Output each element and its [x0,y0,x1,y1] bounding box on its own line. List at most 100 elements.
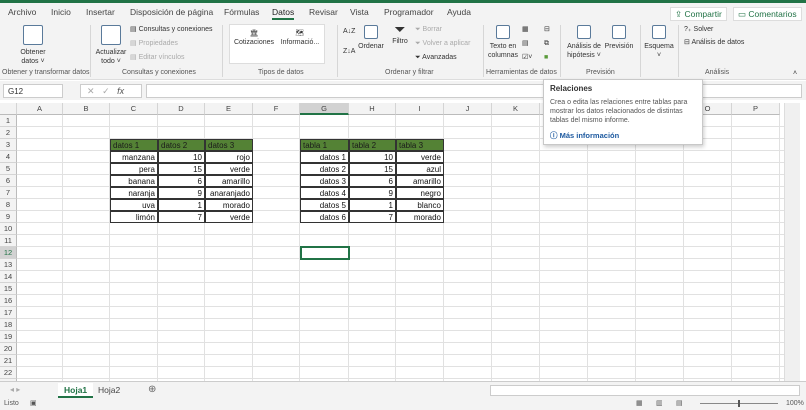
insert-function-icon[interactable]: fx [117,86,124,96]
row-header-20[interactable]: 20 [0,343,17,355]
table-cell[interactable]: 9 [349,187,396,199]
selected-cell-g12[interactable] [300,246,350,260]
advanced-button[interactable]: ⏷ Avanzadas [415,53,457,62]
column-header-G[interactable]: G [300,103,349,115]
tab-insertar[interactable]: Insertar [86,7,115,17]
table-cell[interactable]: limón [110,211,158,223]
accessibility-icon[interactable]: ▣ [30,399,37,407]
share-button[interactable]: ⇪ Compartir [670,7,727,21]
row-header-3[interactable]: 3 [0,139,17,151]
row-header-7[interactable]: 7 [0,187,17,199]
sheet-nav-icon[interactable]: ◂ ▸ [10,385,20,394]
sort-az-icon[interactable]: A↓Z [343,27,355,36]
column-header-H[interactable]: H [349,103,396,115]
table-header-cell[interactable]: tabla 3 [396,139,444,151]
row-header-13[interactable]: 13 [0,259,17,271]
relationships-icon[interactable]: ⧉ [544,39,549,48]
tab-datos[interactable]: Datos [272,7,295,20]
table-cell[interactable]: morado [396,211,444,223]
table-cell[interactable]: 10 [349,151,396,163]
row-header-18[interactable]: 18 [0,319,17,331]
table-cell[interactable]: pera [110,163,158,175]
table-cell[interactable]: uva [110,199,158,211]
solver-button[interactable]: ?₊ Solver [684,25,713,34]
more-info-link[interactable]: ⓘ Más información [550,130,696,141]
row-header-19[interactable]: 19 [0,331,17,343]
row-header-1[interactable]: 1 [0,115,17,127]
column-header-F[interactable]: F [253,103,300,115]
table-cell[interactable]: manzana [110,151,158,163]
filter-button[interactable]: ⏷ Filtro [390,22,410,46]
table-cell[interactable]: 9 [158,187,205,199]
row-header-21[interactable]: 21 [0,355,17,367]
zoom-slider-thumb[interactable] [738,400,740,407]
column-header-K[interactable]: K [492,103,540,115]
tab-archivo[interactable]: Archivo [8,7,36,17]
horizontal-scrollbar[interactable] [490,385,800,396]
flash-fill-icon[interactable]: ▦ [522,25,529,34]
table-header-cell[interactable]: datos 2 [158,139,205,151]
properties-button[interactable]: ▤ Propiedades [130,39,178,48]
table-cell[interactable]: verde [205,163,253,175]
table-cell[interactable]: 7 [158,211,205,223]
table-cell[interactable]: amarillo [205,175,253,187]
text-to-columns-button[interactable]: Texto en columnas [487,25,519,60]
data-validation-icon[interactable]: ☑˅ [522,53,532,62]
sheet-tab-hoja2[interactable]: Hoja2 [98,385,120,395]
table-cell[interactable]: azul [396,163,444,175]
add-sheet-icon[interactable]: ⊕ [148,384,156,395]
row-header-2[interactable]: 2 [0,127,17,139]
table-cell[interactable]: 15 [349,163,396,175]
column-header-C[interactable]: C [110,103,158,115]
sheet-tab-hoja1[interactable]: Hoja1 [58,383,94,398]
row-header-9[interactable]: 9 [0,211,17,223]
row-header-8[interactable]: 8 [0,199,17,211]
table-cell[interactable]: blanco [396,199,444,211]
name-box[interactable]: G12 [3,84,63,98]
refresh-all-button[interactable]: Actualizar todo ˅ [94,25,128,66]
tab-vista[interactable]: Vista [350,7,369,17]
table-header-cell[interactable]: tabla 1 [300,139,349,151]
row-header-22[interactable]: 22 [0,367,17,379]
table-cell[interactable]: verde [396,151,444,163]
stocks-button[interactable]: 🏛 Cotizaciones [232,29,276,47]
row-header-17[interactable]: 17 [0,307,17,319]
page-layout-icon[interactable]: ▥ [656,399,663,407]
data-analysis-button[interactable]: ⊟ Análisis de datos [684,38,744,47]
outline-button[interactable]: Esquema ˅ [643,25,675,60]
table-cell[interactable]: naranja [110,187,158,199]
table-cell[interactable]: 10 [158,151,205,163]
table-header-cell[interactable]: tabla 2 [349,139,396,151]
row-header-12[interactable]: 12 [0,247,17,259]
table-cell[interactable]: morado [205,199,253,211]
row-header-4[interactable]: 4 [0,151,17,163]
table-cell[interactable]: rojo [205,151,253,163]
table-cell[interactable]: banana [110,175,158,187]
column-header-P[interactable]: P [732,103,780,115]
sort-za-icon[interactable]: Z↓A [343,47,355,56]
row-header-14[interactable]: 14 [0,271,17,283]
column-header-D[interactable]: D [158,103,205,115]
what-if-button[interactable]: Análisis de hipótesis ˅ [565,25,603,60]
vertical-scrollbar[interactable] [784,103,800,381]
cancel-icon[interactable]: ✕ [87,86,95,96]
row-header-11[interactable]: 11 [0,235,17,247]
table-cell[interactable]: 6 [158,175,205,187]
column-header-B[interactable]: B [63,103,110,115]
geography-button[interactable]: 🗺 Informació... [278,29,322,47]
table-cell[interactable]: 1 [158,199,205,211]
remove-duplicates-icon[interactable]: ▤ [522,39,529,48]
table-cell[interactable]: anaranjado [205,187,253,199]
column-header-E[interactable]: E [205,103,253,115]
tab-revisar[interactable]: Revisar [309,7,338,17]
comments-button[interactable]: ▭ Comentarios [733,7,802,21]
tab-ayuda[interactable]: Ayuda [447,7,471,17]
table-cell[interactable]: datos 2 [300,163,349,175]
row-header-10[interactable]: 10 [0,223,17,235]
table-cell[interactable]: 15 [158,163,205,175]
column-header-J[interactable]: J [444,103,492,115]
tab-programador[interactable]: Programador [384,7,434,17]
select-all-corner[interactable] [0,103,17,115]
table-cell[interactable]: amarillo [396,175,444,187]
table-cell[interactable]: 1 [349,199,396,211]
